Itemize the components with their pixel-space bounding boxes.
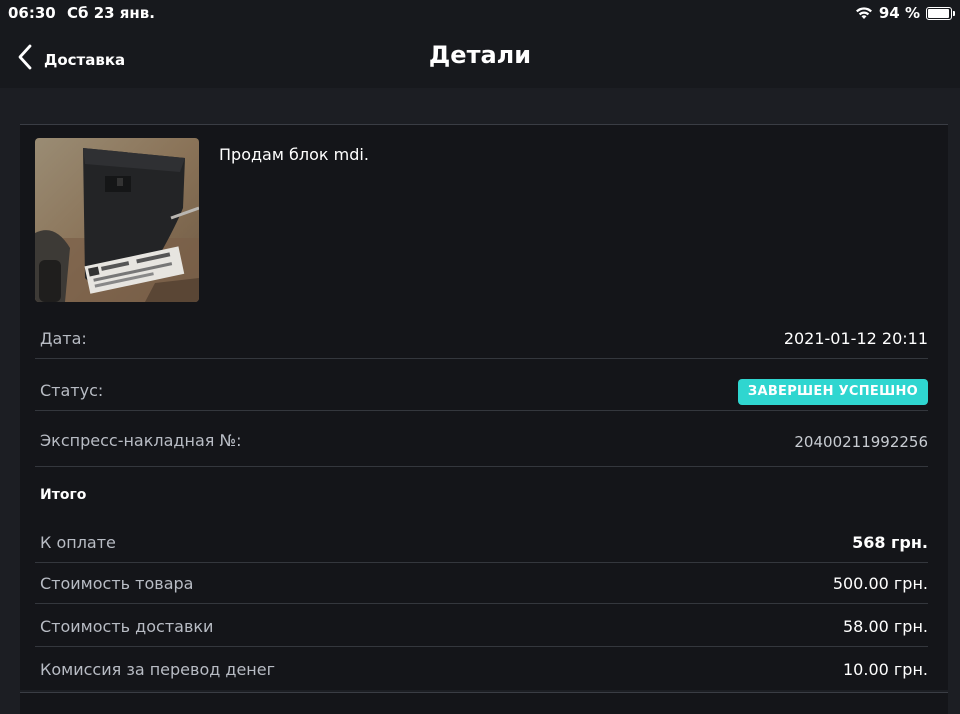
total-row-commission: Комиссия за перевод денег 10.00 грн. xyxy=(35,648,928,690)
product-photo xyxy=(35,138,199,302)
product-title: Продам блок mdi. xyxy=(219,145,369,164)
to-pay-value: 568 грн. xyxy=(852,533,928,552)
status-time: 06:30 xyxy=(8,4,56,22)
commission-value: 10.00 грн. xyxy=(843,660,928,679)
date-label: Дата: xyxy=(40,329,87,348)
to-pay-label: К оплате xyxy=(40,533,116,552)
total-row-goods: Стоимость товара 500.00 грн. xyxy=(35,562,928,604)
order-details-card: Продам блок mdi. Дата: 2021-01-12 20:11 … xyxy=(20,124,948,690)
navigation-bar: Доставка Детали xyxy=(0,26,960,88)
status-badge: ЗАВЕРШЕН УСПЕШНО xyxy=(737,379,928,405)
detail-row-waybill: Экспресс-накладная №: 20400211992256 xyxy=(35,419,928,467)
goods-label: Стоимость товара xyxy=(40,574,194,593)
battery-icon xyxy=(926,6,955,20)
total-row-delivery: Стоимость доставки 58.00 грн. xyxy=(35,605,928,647)
waybill-value[interactable]: 20400211992256 xyxy=(794,433,928,451)
battery-level xyxy=(928,8,949,18)
status-date: Сб 23 янв. xyxy=(67,4,155,22)
goods-value: 500.00 грн. xyxy=(832,574,928,593)
status-label: Статус: xyxy=(40,381,104,400)
date-value: 2021-01-12 20:11 xyxy=(783,329,928,348)
delivery-label: Стоимость доставки xyxy=(40,617,214,636)
page-title: Детали xyxy=(428,41,532,69)
next-card-edge xyxy=(20,692,948,714)
total-row-to-pay: К оплате 568 грн. xyxy=(35,521,928,563)
wifi-icon xyxy=(855,7,872,19)
totals-heading: Итого xyxy=(40,487,87,503)
delivery-value: 58.00 грн. xyxy=(843,617,928,636)
status-bar: 06:30 Сб 23 янв. 94 % xyxy=(0,0,960,26)
waybill-label: Экспресс-накладная №: xyxy=(40,431,242,450)
status-indicators: 94 % xyxy=(855,4,955,22)
commission-label: Комиссия за перевод денег xyxy=(40,660,276,679)
battery-percent: 94 % xyxy=(878,4,920,22)
product-image[interactable] xyxy=(35,138,199,302)
detail-row-status: Статус: ЗАВЕРШЕН УСПЕШНО xyxy=(35,369,928,411)
detail-row-date: Дата: 2021-01-12 20:11 xyxy=(35,317,928,359)
